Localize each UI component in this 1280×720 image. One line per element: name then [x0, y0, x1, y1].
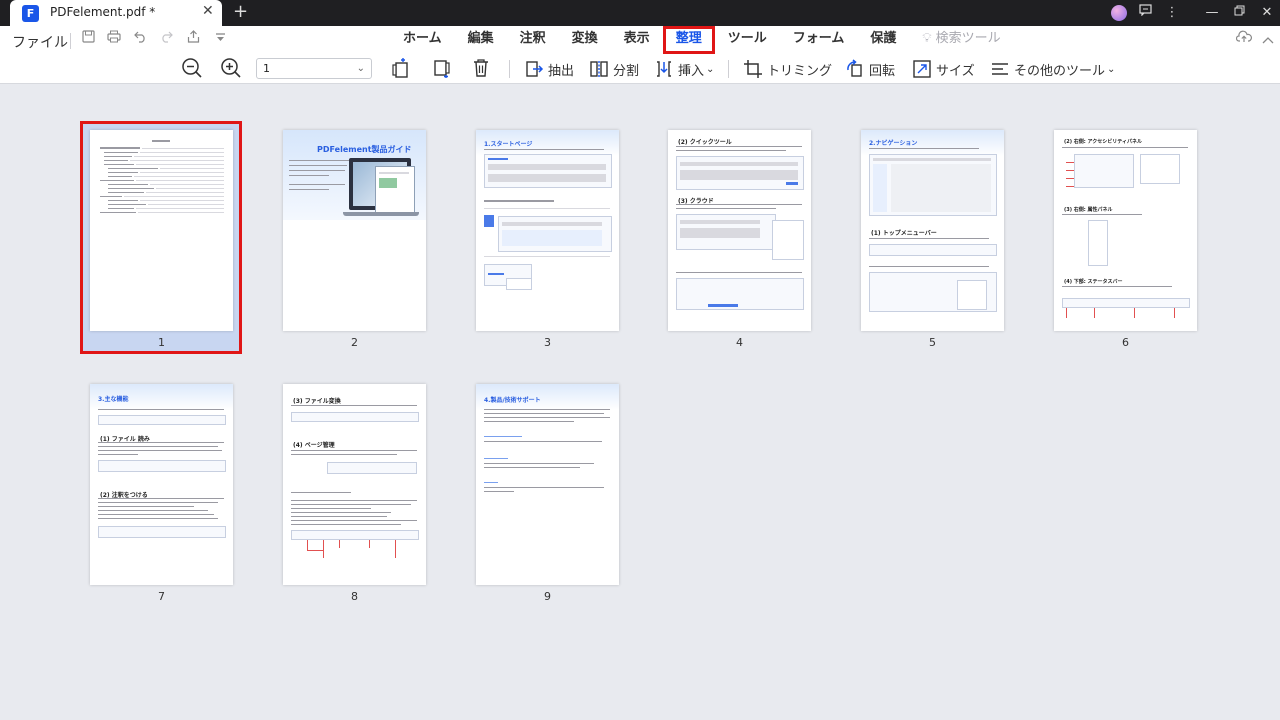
more-tools-label: その他のツール: [1014, 63, 1106, 79]
page-thumbnail-3[interactable]: 1.スタートページ: [476, 130, 619, 331]
lightbulb-icon: 💡︎: [922, 31, 932, 46]
more-tools-button[interactable]: その他のツール ⌄: [990, 57, 1115, 81]
divider: [509, 60, 510, 78]
page-thumbnail-4[interactable]: (2) クイックツール (3) クラウド: [668, 130, 811, 331]
more-vertical-icon[interactable]: ⋮: [1160, 0, 1184, 26]
extract-button[interactable]: 抽出: [524, 57, 574, 81]
chevron-down-icon: ⌄: [356, 63, 365, 74]
extract-label: 抽出: [548, 63, 575, 79]
title-bar: F PDFelement.pdf * ✕ + ⋮ — ✕: [0, 0, 1280, 26]
pdfelement-logo-icon: F: [22, 5, 39, 22]
page-8-title: (3) ファイル変換: [293, 398, 341, 405]
size-button[interactable]: サイズ: [912, 57, 975, 81]
cloud-upload-icon[interactable]: [1235, 30, 1252, 47]
page-thumbnail-6[interactable]: (2) 右側: アクセシビリティパネル (3) 右側: 属性パネル (4) 下部…: [1054, 130, 1197, 331]
minimize-button[interactable]: —: [1200, 0, 1224, 26]
insert-icon: [657, 61, 671, 77]
document-tab[interactable]: F PDFelement.pdf * ✕: [10, 0, 222, 26]
insert-after-icon[interactable]: [431, 57, 453, 79]
page-4-title: (2) クイックツール: [678, 139, 732, 146]
tab-search-tools[interactable]: 💡︎ 検索ツール: [909, 26, 1013, 54]
rotate-icon: [847, 59, 862, 77]
page-7-title: 3.主な機能: [98, 396, 129, 403]
size-label: サイズ: [936, 63, 975, 79]
tab-tools[interactable]: ツール: [715, 26, 780, 54]
more-tools-icon: [992, 63, 1008, 75]
save-icon[interactable]: [78, 30, 98, 50]
undo-icon[interactable]: [130, 30, 150, 50]
page-number-label: 3: [544, 336, 551, 349]
page-number-label: 9: [544, 590, 551, 603]
split-icon: [590, 61, 608, 77]
file-menu[interactable]: ファイル: [12, 32, 68, 52]
close-window-button[interactable]: ✕: [1255, 0, 1279, 26]
menu-bar: ファイル ホーム 編集 注釈 変換 表示 整理 ツール フォーム 保護 💡︎ 検…: [0, 26, 1280, 54]
page-6-title: (2) 右側: アクセシビリティパネル: [1064, 139, 1142, 145]
chevron-down-icon: ⌄: [706, 63, 715, 75]
feedback-icon[interactable]: [1133, 0, 1157, 26]
rotate-label: 回転: [869, 63, 896, 79]
rotate-button[interactable]: 回転: [845, 57, 895, 81]
page-5-title: 2.ナビゲーション: [869, 140, 918, 147]
page-number-value: 1: [263, 62, 270, 75]
divider: [728, 60, 729, 78]
page-number-label: 1: [158, 336, 165, 349]
page-3-title: 1.スタートページ: [484, 141, 533, 148]
split-button[interactable]: 分割: [589, 57, 639, 81]
tab-close-button[interactable]: ✕: [202, 3, 214, 19]
tab-title: PDFelement.pdf *: [50, 5, 156, 19]
zoom-out-icon[interactable]: [181, 57, 203, 79]
page-thumbnail-7[interactable]: 3.主な機能 (1) ファイル 読み (2) 注釈をつける: [90, 384, 233, 585]
print-icon[interactable]: [104, 30, 124, 50]
insert-label: 挿入: [678, 63, 705, 79]
tab-view[interactable]: 表示: [611, 26, 663, 54]
page-thumbnail-9[interactable]: 4.製品/技術サポート: [476, 384, 619, 585]
tab-organize[interactable]: 整理: [662, 26, 715, 54]
share-icon[interactable]: [183, 30, 203, 50]
tab-protect[interactable]: 保護: [857, 26, 909, 54]
ribbon-tabs: ホーム 編集 注釈 変換 表示 整理 ツール フォーム 保護 💡︎ 検索ツール: [390, 26, 1014, 54]
page-thumbnail-8[interactable]: (3) ファイル変換 (4) ページ管理: [283, 384, 426, 585]
delete-page-icon[interactable]: [470, 57, 492, 79]
resize-icon: [913, 60, 931, 78]
redo-icon[interactable]: [156, 30, 176, 50]
page-number-label: 5: [929, 336, 936, 349]
tab-search-tools-label: 検索ツール: [935, 31, 1001, 46]
page-number-label: 6: [1122, 336, 1129, 349]
tab-annotate[interactable]: 注釈: [507, 26, 559, 54]
collapse-ribbon-icon[interactable]: [1262, 32, 1274, 48]
split-label: 分割: [613, 63, 640, 79]
page-number-label: 8: [351, 590, 358, 603]
page-number-label: 2: [351, 336, 358, 349]
page-2-title: PDFelement製品ガイド: [317, 145, 412, 154]
tab-convert[interactable]: 変換: [559, 26, 611, 54]
page-number-label: 7: [158, 590, 165, 603]
user-avatar[interactable]: [1111, 5, 1127, 21]
page-number-label: 4: [736, 336, 743, 349]
trim-button[interactable]: トリミング: [743, 57, 832, 81]
extract-icon: [526, 61, 544, 77]
tab-edit[interactable]: 編集: [455, 26, 507, 54]
zoom-in-icon[interactable]: [220, 57, 242, 79]
tab-home[interactable]: ホーム: [390, 26, 455, 54]
page-number-select[interactable]: 1 ⌄: [256, 58, 372, 79]
maximize-button[interactable]: [1227, 0, 1251, 26]
page-thumbnail-5[interactable]: 2.ナビゲーション (1) トップメニューバー: [861, 130, 1004, 331]
page-thumbnail-1[interactable]: [90, 130, 233, 331]
page-thumbnail-2[interactable]: PDFelement製品ガイド: [283, 130, 426, 331]
chevron-down-icon: ⌄: [1107, 63, 1116, 75]
customize-dropdown-icon[interactable]: [210, 30, 230, 50]
insert-button[interactable]: 挿入 ⌄: [654, 57, 714, 81]
crop-icon: [744, 60, 762, 78]
organize-toolbar: 1 ⌄ 抽出 分割 挿入 ⌄ トリミング 回転 サイズ その他のツール ⌄: [0, 54, 1280, 84]
page-9-title: 4.製品/技術サポート: [484, 397, 541, 404]
divider: [70, 33, 71, 49]
new-tab-button[interactable]: +: [233, 1, 248, 22]
tab-form[interactable]: フォーム: [780, 26, 858, 54]
trim-label: トリミング: [767, 63, 833, 79]
insert-before-icon[interactable]: [391, 57, 413, 79]
